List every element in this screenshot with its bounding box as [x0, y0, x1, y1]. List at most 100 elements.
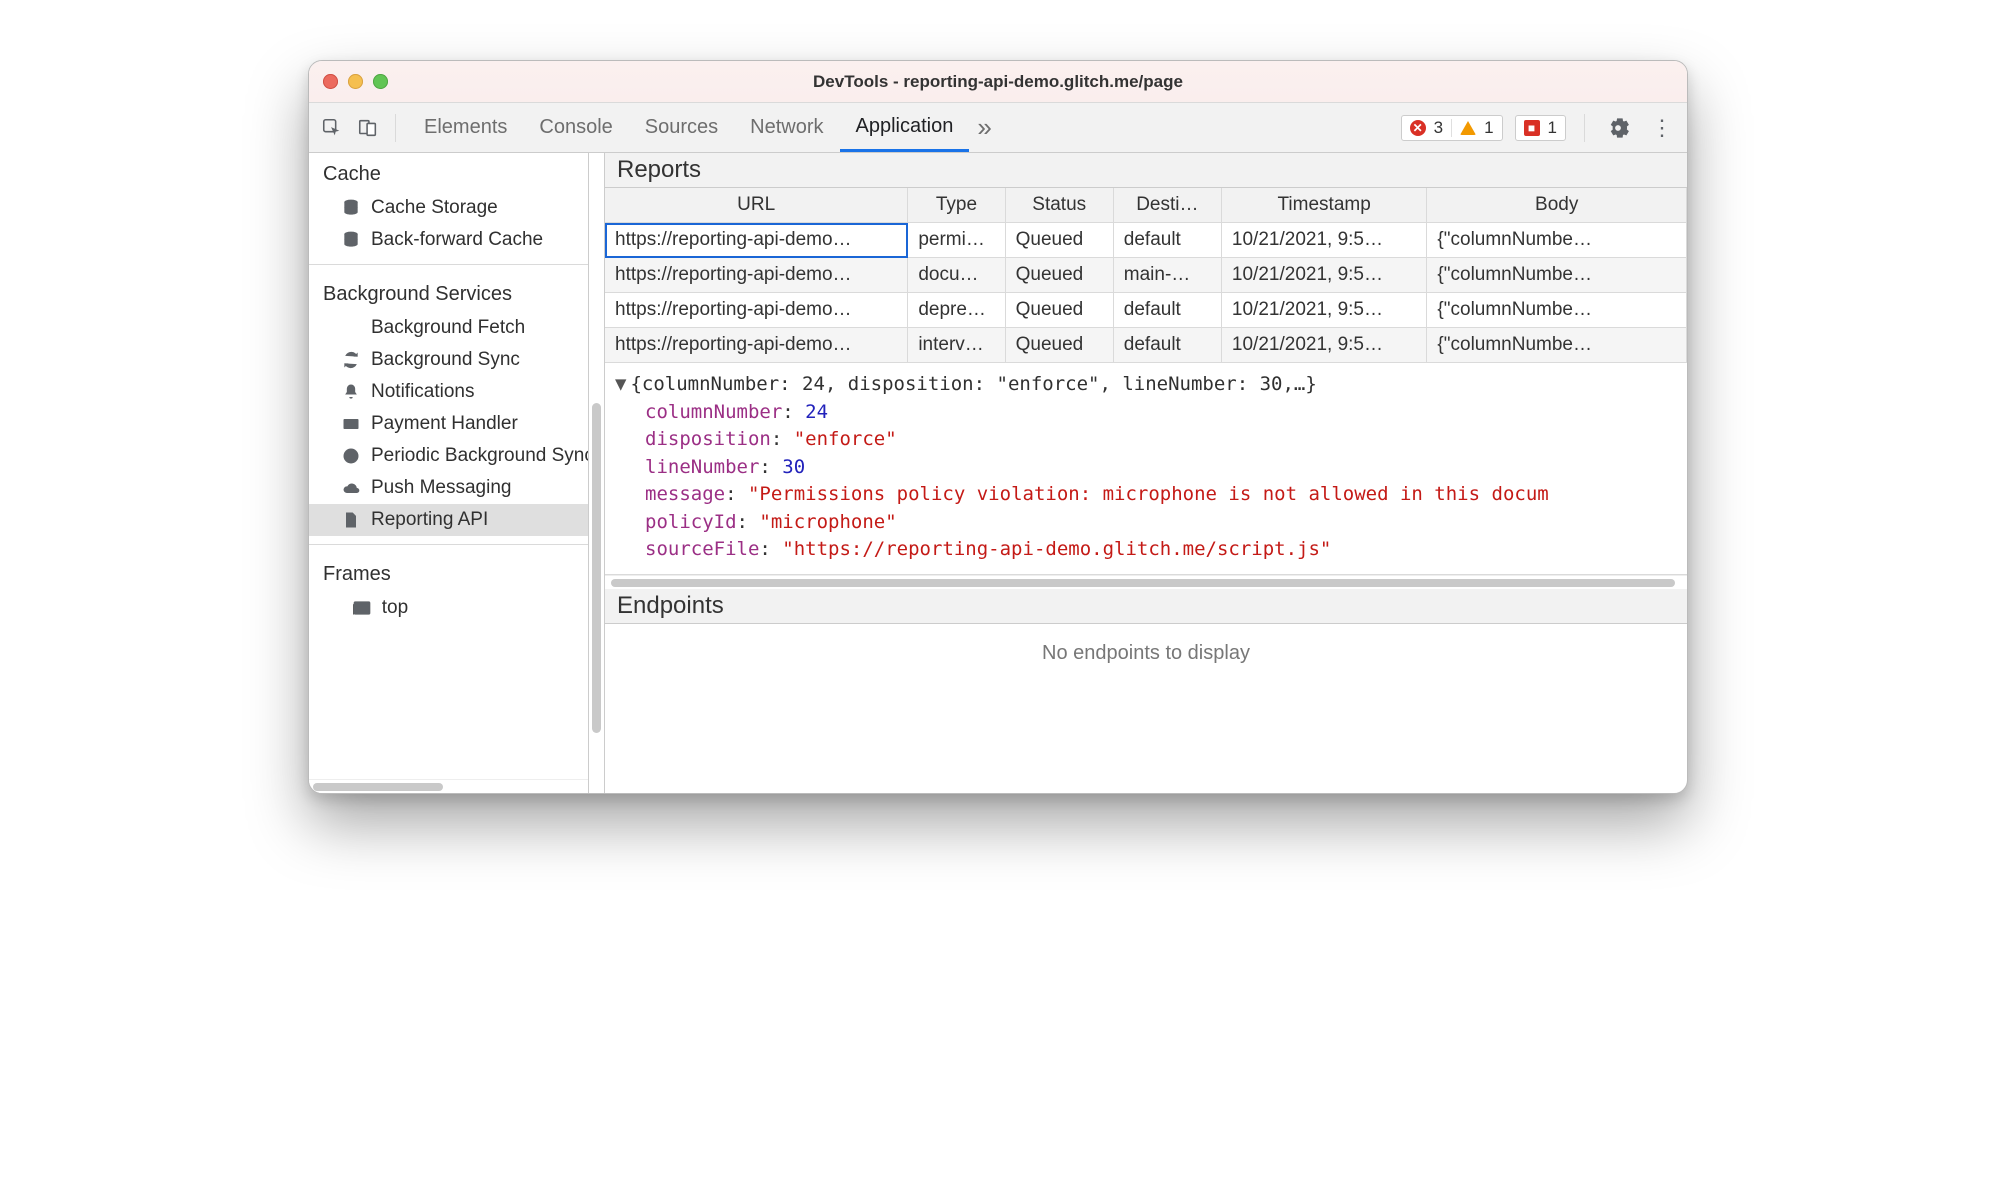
cell-ts: 10/21/2021, 9:5…	[1221, 223, 1426, 258]
cell-dest: main-…	[1113, 258, 1221, 293]
section-endpoints-header: Endpoints	[605, 589, 1687, 624]
pill-sep	[1451, 119, 1452, 137]
cell-status: Queued	[1005, 328, 1113, 363]
col-dest[interactable]: Desti…	[1113, 188, 1221, 223]
cell-dest: default	[1113, 223, 1221, 258]
minimize-icon[interactable]	[348, 74, 363, 89]
toolbar-divider	[1584, 114, 1585, 142]
sidebar-item-bg-fetch[interactable]: Background Fetch	[309, 312, 588, 344]
tab-elements[interactable]: Elements	[408, 103, 523, 152]
sidebar-item-frame-top[interactable]: ▶ top	[309, 592, 588, 624]
issues-pill[interactable]: ■ 1	[1515, 115, 1566, 141]
table-row[interactable]: https://reporting-api-demo… permi… Queue…	[605, 223, 1687, 258]
sidebar-item-push[interactable]: Push Messaging	[309, 472, 588, 504]
sidebar-item-label: Push Messaging	[371, 477, 511, 499]
sidebar-item-label: Back-forward Cache	[371, 229, 543, 251]
errors-count: 3	[1434, 118, 1443, 138]
sidebar-item-label: top	[382, 597, 408, 619]
sidebar-item-payment[interactable]: Payment Handler	[309, 408, 588, 440]
main-toolbar: Elements Console Sources Network Applica…	[309, 103, 1687, 153]
cell-ts: 10/21/2021, 9:5…	[1221, 293, 1426, 328]
json-line: columnNumber: 24	[615, 399, 1677, 427]
cell-url: https://reporting-api-demo…	[605, 328, 908, 363]
card-icon	[341, 414, 361, 434]
table-row[interactable]: https://reporting-api-demo… interv… Queu…	[605, 328, 1687, 363]
json-line: message: "Permissions policy violation: …	[615, 481, 1677, 509]
json-summary-line[interactable]: ▼{columnNumber: 24, disposition: "enforc…	[615, 371, 1677, 399]
col-status[interactable]: Status	[1005, 188, 1113, 223]
tab-console[interactable]: Console	[523, 103, 628, 152]
col-type[interactable]: Type	[908, 188, 1005, 223]
sidebar-section-bgservices: Background Services	[309, 273, 588, 312]
database-icon	[341, 230, 361, 250]
cell-ts: 10/21/2021, 9:5…	[1221, 258, 1426, 293]
table-row[interactable]: https://reporting-api-demo… docu… Queued…	[605, 258, 1687, 293]
cell-body: {"columnNumbe…	[1427, 293, 1687, 328]
sidebar-item-label: Periodic Background Sync	[371, 445, 588, 467]
col-body[interactable]: Body	[1427, 188, 1687, 223]
cell-url: https://reporting-api-demo…	[605, 223, 908, 258]
sidebar-item-notifications[interactable]: Notifications	[309, 376, 588, 408]
maximize-icon[interactable]	[373, 74, 388, 89]
reports-table: URL Type Status Desti… Timestamp Body ht…	[605, 188, 1687, 363]
devtools-window: DevTools - reporting-api-demo.glitch.me/…	[308, 60, 1688, 794]
warnings-count: 1	[1484, 118, 1493, 138]
col-url[interactable]: URL	[605, 188, 908, 223]
json-line: lineNumber: 30	[615, 454, 1677, 482]
fetch-icon	[341, 318, 361, 338]
warning-icon	[1460, 121, 1476, 135]
issue-icon: ■	[1524, 120, 1540, 136]
sidebar-item-label: Background Sync	[371, 349, 520, 371]
detail-horizontal-scrollbar[interactable]	[605, 575, 1687, 589]
console-errors-pill[interactable]: ✕ 3 1	[1401, 115, 1503, 141]
json-line: policyId: "microphone"	[615, 509, 1677, 537]
sidebar-section-frames: Frames	[309, 553, 588, 592]
sidebar-item-reporting-api[interactable]: Reporting API	[309, 504, 588, 536]
sidebar-item-bg-sync[interactable]: Background Sync	[309, 344, 588, 376]
settings-icon[interactable]	[1603, 113, 1633, 143]
sidebar-item-label: Notifications	[371, 381, 475, 403]
window-icon	[352, 598, 372, 618]
main-content: Reports URL Type Status Desti… Timestamp…	[605, 153, 1687, 793]
col-timestamp[interactable]: Timestamp	[1221, 188, 1426, 223]
json-line: disposition: "enforce"	[615, 426, 1677, 454]
cell-ts: 10/21/2021, 9:5…	[1221, 328, 1426, 363]
inspect-icon[interactable]	[317, 113, 347, 143]
bell-icon	[341, 382, 361, 402]
cell-type: depre…	[908, 293, 1005, 328]
titlebar: DevTools - reporting-api-demo.glitch.me/…	[309, 61, 1687, 103]
panel-tabs: Elements Console Sources Network Applica…	[408, 103, 1000, 152]
sidebar-item-periodic-sync[interactable]: Periodic Background Sync	[309, 440, 588, 472]
cell-dest: default	[1113, 328, 1221, 363]
cell-body: {"columnNumbe…	[1427, 258, 1687, 293]
application-sidebar: Cache Cache Storage Back-forward Cache B…	[309, 153, 589, 793]
cell-url: https://reporting-api-demo…	[605, 258, 908, 293]
sidebar-item-bfcache[interactable]: Back-forward Cache	[309, 224, 588, 256]
sync-icon	[341, 350, 361, 370]
cell-dest: default	[1113, 293, 1221, 328]
cell-body: {"columnNumbe…	[1427, 328, 1687, 363]
cloud-icon	[341, 478, 361, 498]
device-toggle-icon[interactable]	[353, 113, 383, 143]
close-icon[interactable]	[323, 74, 338, 89]
cell-status: Queued	[1005, 258, 1113, 293]
error-icon: ✕	[1410, 120, 1426, 136]
tab-network[interactable]: Network	[734, 103, 839, 152]
chevron-down-icon[interactable]: ▼	[615, 373, 626, 395]
sidebar-section-cache: Cache	[309, 153, 588, 192]
kebab-icon[interactable]: ⋮	[1645, 115, 1679, 141]
toolbar-divider	[395, 114, 396, 142]
tab-application[interactable]: Application	[840, 103, 970, 152]
more-tabs-icon[interactable]: »	[969, 103, 999, 152]
sidebar-vertical-scrollbar[interactable]	[589, 153, 605, 793]
cell-body: {"columnNumbe…	[1427, 223, 1687, 258]
database-icon	[341, 198, 361, 218]
table-row[interactable]: https://reporting-api-demo… depre… Queue…	[605, 293, 1687, 328]
cell-status: Queued	[1005, 223, 1113, 258]
clock-icon	[341, 446, 361, 466]
sidebar-item-label: Cache Storage	[371, 197, 498, 219]
sidebar-item-label: Payment Handler	[371, 413, 518, 435]
tab-sources[interactable]: Sources	[629, 103, 734, 152]
sidebar-horizontal-scrollbar[interactable]	[309, 779, 588, 793]
sidebar-item-cache-storage[interactable]: Cache Storage	[309, 192, 588, 224]
